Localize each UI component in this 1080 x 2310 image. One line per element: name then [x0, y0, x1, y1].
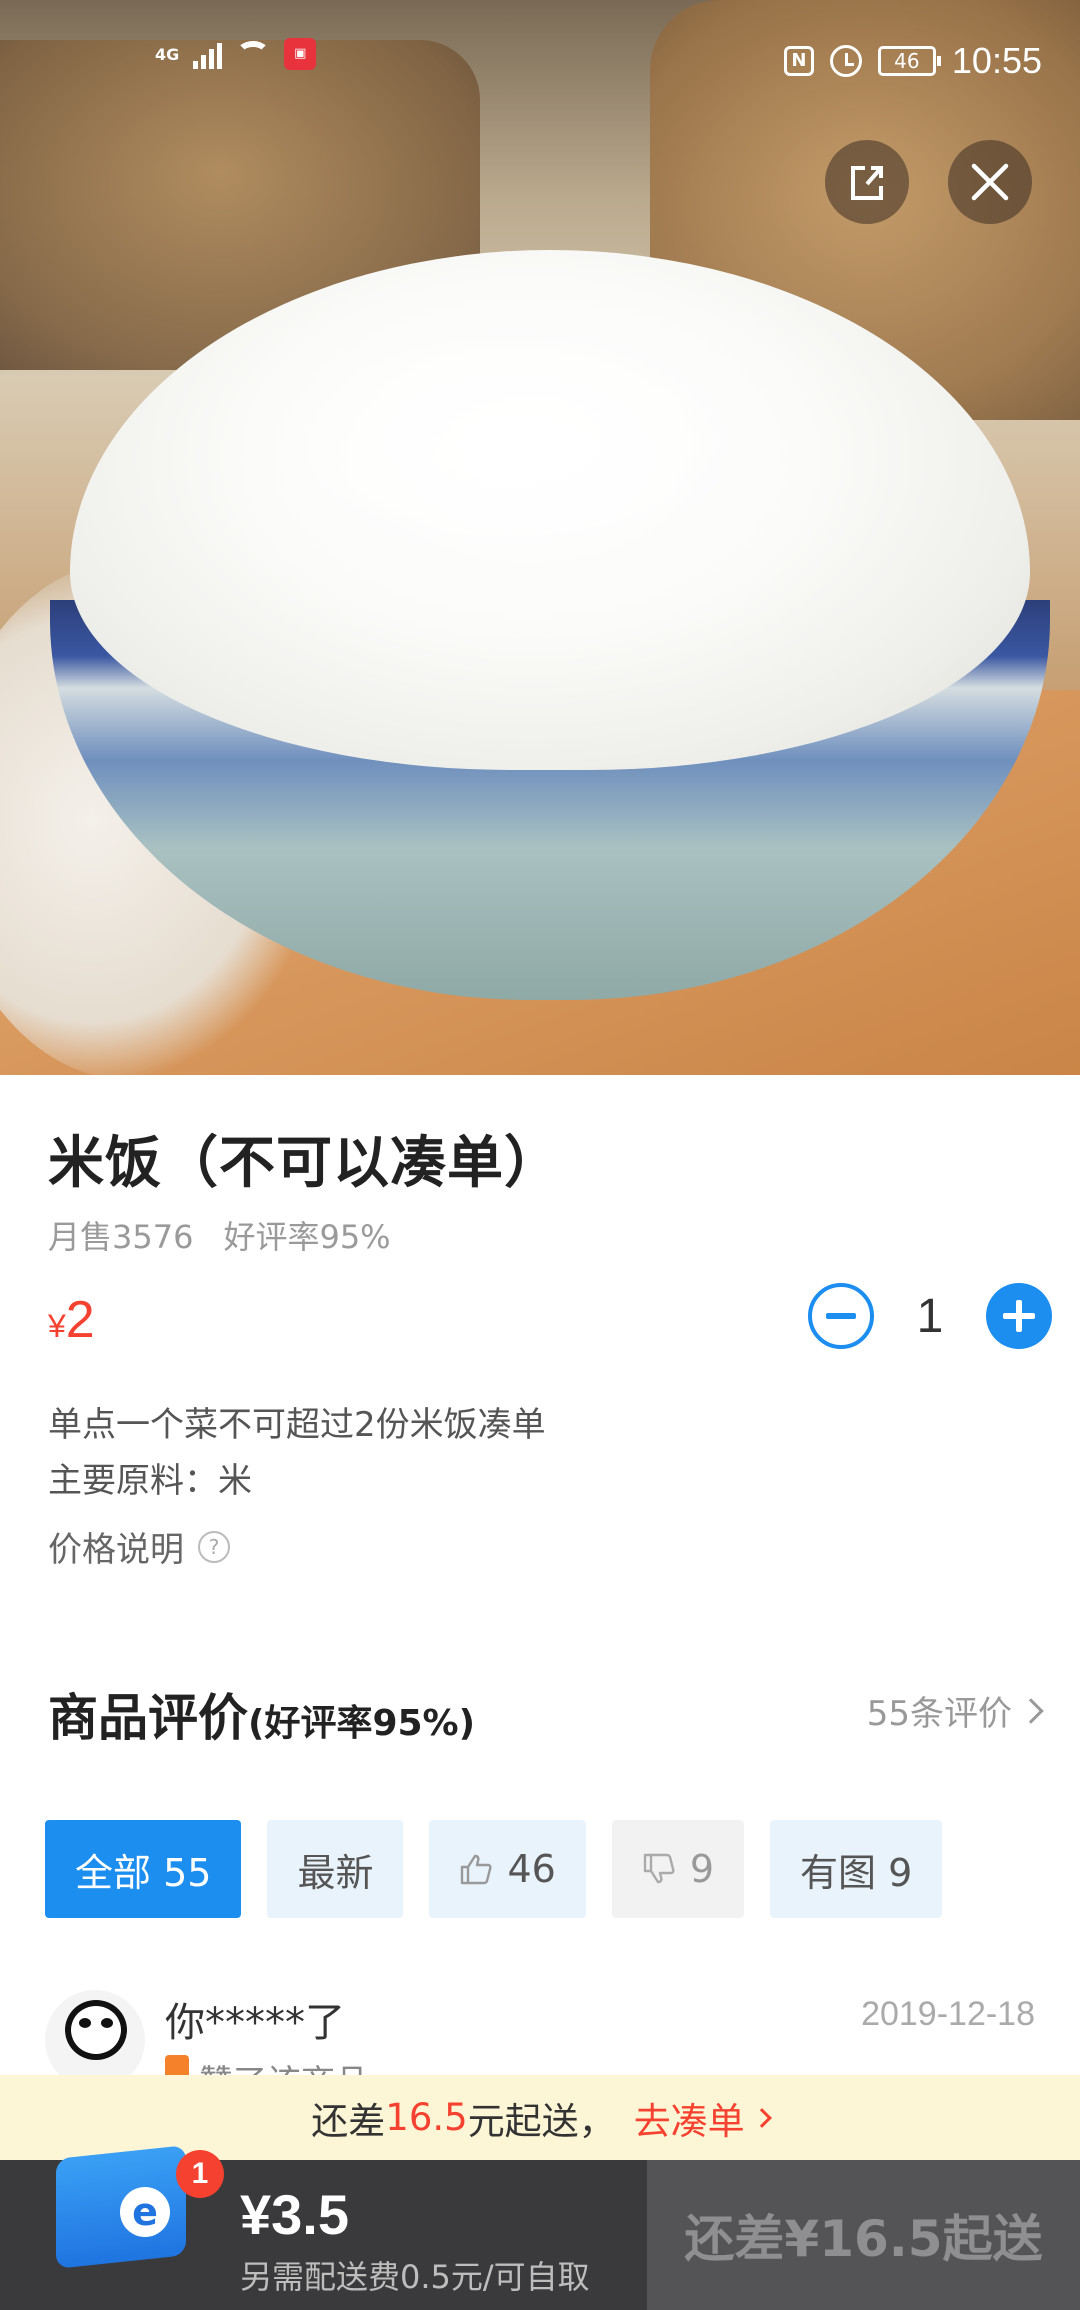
cart-count-badge: 1 [176, 2150, 224, 2198]
review-filters: 全部 55 最新 46 9 有图 9 [45, 1820, 943, 1918]
filter-positive[interactable]: 46 [429, 1820, 586, 1918]
price-explanation-link[interactable]: 价格说明 ? [48, 1522, 230, 1571]
close-button[interactable] [948, 140, 1032, 224]
filter-latest-label: 最新 [297, 1850, 374, 1895]
notice-prefix: 还差 [311, 2099, 386, 2143]
thumbs-down-icon [643, 1853, 675, 1884]
chevron-right-icon [751, 2107, 772, 2128]
panda-face-icon [65, 2000, 127, 2060]
filter-with-photos[interactable]: 有图 9 [770, 1820, 943, 1918]
thumbs-up-icon [461, 1854, 493, 1885]
add-more-link[interactable]: 去凑单 [633, 2091, 772, 2145]
signal-icon [193, 39, 223, 69]
help-icon: ? [198, 1530, 230, 1563]
chevron-right-icon [1018, 1697, 1044, 1724]
product-description: 单点一个菜不可超过2份米饭凑单 [48, 1405, 546, 1445]
reviews-subtitle: (好评率95%) [248, 1703, 476, 1744]
notice-amount: 16.5 [385, 2096, 468, 2139]
share-button[interactable] [825, 140, 909, 224]
reviews-heading: 商品评价 (好评率95%) [48, 1678, 475, 1750]
reviewer-name: 你*****了 [165, 2000, 345, 2046]
product-stats: 月售3576 好评率95% [48, 1212, 391, 1258]
all-reviews-label: 55条评价 [866, 1694, 1012, 1734]
cart-total: ¥3.5 [240, 2183, 349, 2246]
notice-suffix: 元起送， [467, 2099, 616, 2143]
all-reviews-link[interactable]: 55条评价 [866, 1686, 1044, 1735]
filter-all-label: 全部 55 [75, 1850, 212, 1895]
quantity-value: 1 [916, 1289, 944, 1343]
product-image [0, 0, 1080, 1075]
battery-icon: 46 [877, 46, 941, 76]
network-type: 4G [155, 44, 180, 64]
currency-symbol: ¥ [48, 1308, 66, 1344]
decrease-button[interactable] [808, 1283, 874, 1349]
filter-negative-count: 9 [689, 1847, 714, 1891]
status-bar: 4G ▣ N 46 10:55 [0, 0, 1080, 120]
price-value: 2 [65, 1291, 95, 1349]
filter-all[interactable]: 全部 55 [45, 1820, 242, 1918]
product-ingredients: 主要原料：米 [48, 1461, 252, 1501]
quantity-stepper: 1 [808, 1283, 1052, 1349]
eleme-logo-icon: e [120, 2187, 170, 2237]
clock: 10:55 [951, 40, 1042, 81]
filter-photos-label: 有图 9 [800, 1850, 913, 1895]
checkout-button[interactable]: 还差¥16.5起送 [647, 2160, 1080, 2310]
wifi-icon [236, 41, 271, 67]
reviews-title: 商品评价 [48, 1689, 248, 1747]
filter-latest[interactable]: 最新 [267, 1820, 404, 1918]
price-explanation-label: 价格说明 [48, 1530, 184, 1570]
nfc-icon: N [783, 46, 814, 76]
close-icon [971, 163, 1009, 201]
product-title: 米饭（不可以凑单） [48, 1131, 561, 1196]
monthly-sales: 月售3576 [48, 1218, 194, 1256]
add-more-label: 去凑单 [633, 2099, 745, 2143]
positive-rate: 好评率95% [223, 1218, 391, 1256]
checkout-label: 还差¥16.5起送 [684, 2210, 1043, 2268]
product-price: ¥2 [48, 1290, 95, 1350]
increase-button[interactable] [986, 1283, 1052, 1349]
review-date: 2019-12-18 [861, 1995, 1035, 2033]
vmall-icon: ▣ [284, 38, 317, 70]
alarm-icon [829, 45, 862, 77]
share-icon [851, 166, 883, 200]
filter-positive-count: 46 [507, 1847, 556, 1891]
delivery-fee-note: 另需配送费0.5元/可自取 [240, 2258, 590, 2296]
cart-button[interactable]: e [50, 2132, 200, 2272]
filter-negative[interactable]: 9 [611, 1820, 744, 1918]
